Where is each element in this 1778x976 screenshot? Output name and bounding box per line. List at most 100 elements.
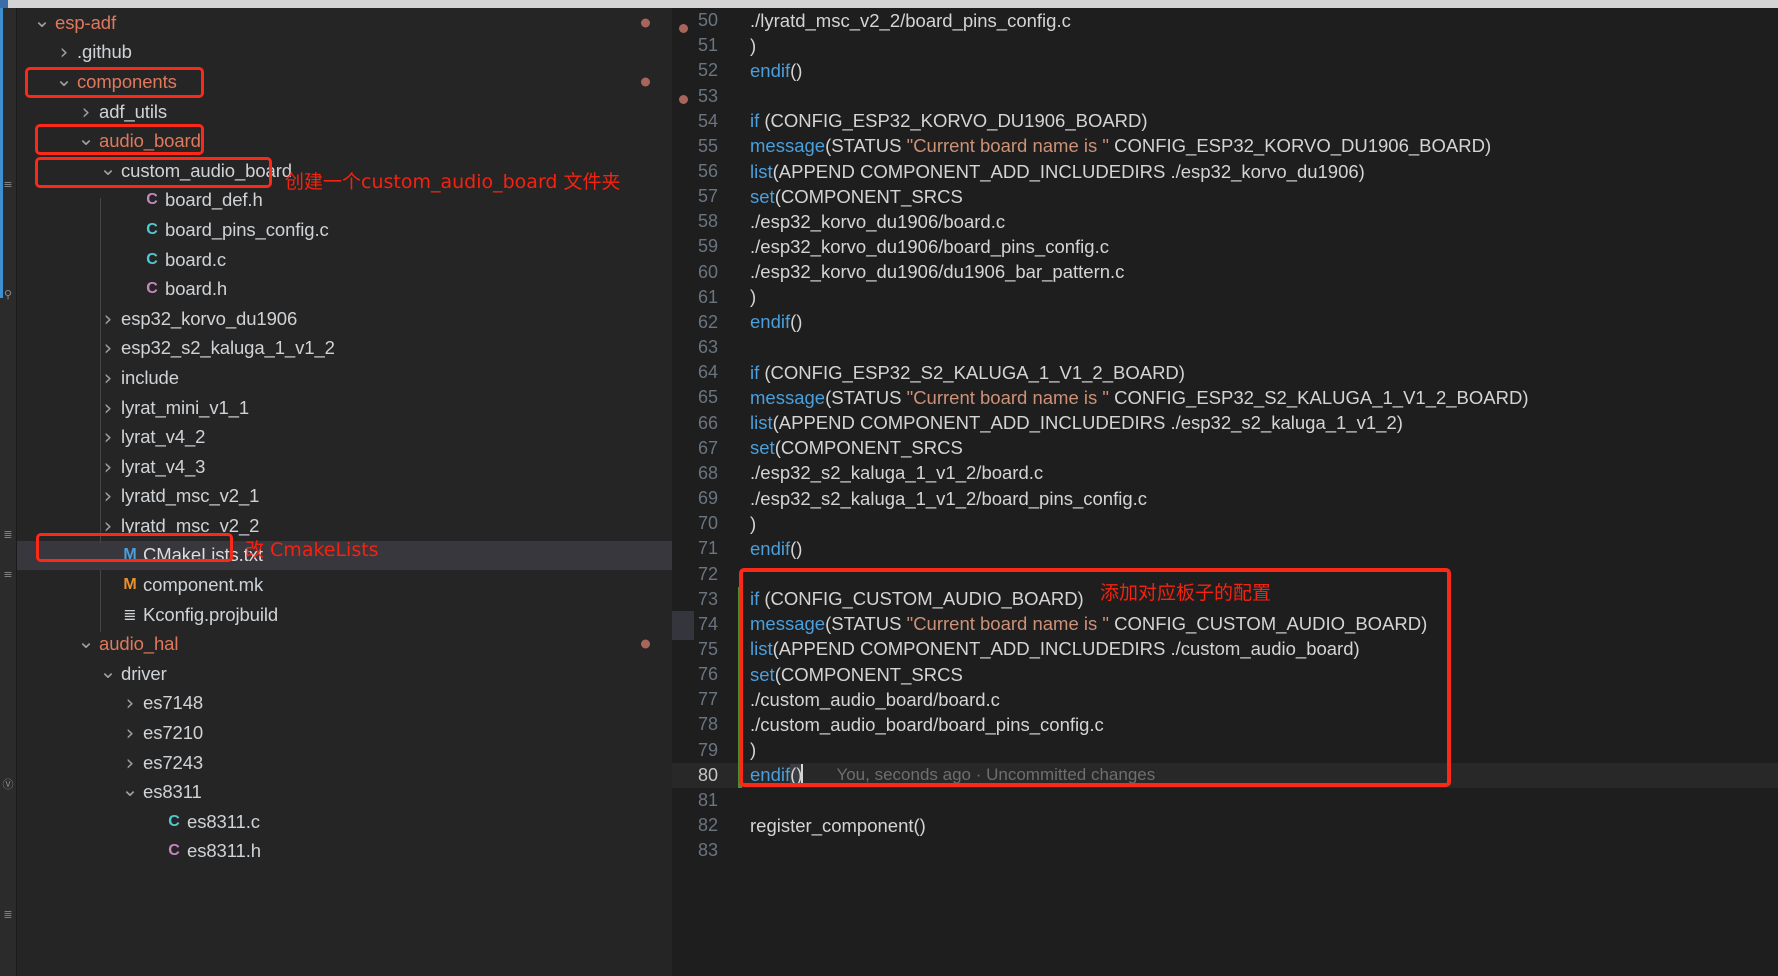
code-editor[interactable]: 50 ./lyratd_msc_v2_2/board_pins_config.c 5…	[672, 8, 1778, 976]
rail-icon-4[interactable]: Ⓥ	[1, 778, 15, 792]
code-line[interactable]: 80 endif() You, seconds ago · Uncommitted …	[672, 762, 1778, 788]
code-line[interactable]: 75 list(APPEND COMPONENT_ADD_INCLUDEDIRS …	[672, 636, 1778, 663]
tree-item-esp32-s2-kaluga[interactable]: › esp32_s2_kaluga_1_v1_2	[17, 334, 672, 364]
rail-icon-1[interactable]: ⚲	[1, 288, 15, 302]
chevron-down-icon[interactable]: ⌄	[53, 69, 75, 90]
tree-item-lyrat-v4-2[interactable]: › lyrat_v4_2	[17, 422, 672, 452]
tree-item-include[interactable]: › include	[17, 363, 672, 393]
rail-icon-5[interactable]: ≣	[1, 908, 15, 922]
code-line[interactable]: 79)	[672, 737, 1778, 763]
code-line[interactable]: 74 message(STATUS "Current board name is …	[672, 611, 1778, 637]
code-line[interactable]: 68 ./esp32_s2_kaluga_1_v1_2/board.c	[672, 461, 1778, 486]
code-token-plain: (APPEND COMPONENT_ADD_INCLUDEDIRS ./esp3…	[772, 160, 1365, 182]
code-token-plain: CONFIG_CUSTOM_AUDIO_BOARD)	[1108, 613, 1428, 635]
tree-item-label: audio_board	[99, 130, 201, 152]
line-number: 63	[697, 337, 718, 358]
code-line[interactable]: 77 ./custom_audio_board/board.c	[672, 687, 1778, 713]
tree-item-kconfig-projbuild[interactable]: ≣ Kconfig.projbuild	[17, 600, 672, 630]
code-line[interactable]: 64 if (CONFIG_ESP32_S2_KALUGA_1_V1_2_BOAR…	[672, 360, 1778, 385]
tree-item-esp32-korvo-du1906[interactable]: › esp32_korvo_du1906	[17, 304, 672, 334]
rail-icon-2[interactable]: ≣	[1, 528, 15, 542]
rail-icon-0[interactable]: ≡	[1, 178, 15, 192]
line-number: 75	[697, 638, 718, 659]
chevron-down-icon[interactable]: ⌄	[97, 158, 119, 179]
tree-item-es7243[interactable]: › es7243	[17, 748, 672, 778]
rail-icon-3[interactable]: ≡	[1, 568, 15, 582]
code-line[interactable]: 70)	[672, 511, 1778, 536]
tree-item-adf-utils[interactable]: › adf_utils	[17, 97, 672, 127]
tree-item-components[interactable]: ⌄ components	[17, 67, 672, 97]
code-token-plain: ./esp32_s2_kaluga_1_v1_2/board.c	[750, 462, 1044, 484]
chevron-right-icon[interactable]: ›	[119, 721, 141, 745]
code-line[interactable]: 69 ./esp32_s2_kaluga_1_v1_2/board_pins_co…	[672, 486, 1778, 511]
config-file-icon: ≣	[123, 605, 137, 625]
tree-item-driver[interactable]: ⌄ driver	[17, 659, 672, 689]
tree-item-es7210[interactable]: › es7210	[17, 718, 672, 748]
code-line[interactable]: 51)	[672, 33, 1778, 58]
code-line[interactable]: 67 set(COMPONENT_SRCS	[672, 436, 1778, 461]
tree-item-lyratd-msc-v2-1[interactable]: › lyratd_msc_v2_1	[17, 482, 672, 512]
code-line[interactable]: 76 set(COMPONENT_SRCS	[672, 662, 1778, 688]
code-line[interactable]: 81	[672, 788, 1778, 813]
code-line[interactable]: 50 ./lyratd_msc_v2_2/board_pins_config.c	[672, 8, 1778, 33]
tree-item-es8311[interactable]: ⌄ es8311	[17, 777, 672, 807]
chevron-down-icon[interactable]: ⌄	[97, 661, 119, 682]
modified-indicator-dot	[641, 639, 650, 649]
chevron-down-icon[interactable]: ⌄	[75, 128, 97, 149]
tree-item-component-mk[interactable]: Mcomponent.mk	[17, 570, 672, 600]
chevron-down-icon[interactable]: ⌄	[31, 10, 53, 31]
code-line[interactable]: 66 list(APPEND COMPONENT_ADD_INCLUDEDIRS …	[672, 411, 1778, 436]
code-line[interactable]: 63	[672, 335, 1778, 360]
code-line[interactable]: 82 register_component()	[672, 813, 1778, 838]
tree-item-es7148[interactable]: › es7148	[17, 689, 672, 719]
line-number: 69	[697, 488, 718, 509]
code-line[interactable]: 60 ./esp32_korvo_du1906/du1906_bar_patter…	[672, 260, 1778, 285]
code-line[interactable]: 54 if (CONFIG_ESP32_KORVO_DU1906_BOARD)	[672, 109, 1778, 134]
tree-item-es8311-h[interactable]: Ces8311.h	[17, 837, 672, 867]
tree-item-board-c[interactable]: Cboard.c	[17, 245, 672, 275]
code-token-plain: CONFIG_ESP32_S2_KALUGA_1_V1_2_BOARD)	[1108, 386, 1529, 408]
code-token-plain: (APPEND COMPONENT_ADD_INCLUDEDIRS ./esp3…	[772, 412, 1403, 434]
chevron-right-icon[interactable]: ›	[75, 100, 97, 124]
chevron-right-icon[interactable]: ›	[53, 40, 75, 64]
code-line[interactable]: 62 endif()	[672, 310, 1778, 335]
chevron-right-icon[interactable]: ›	[119, 691, 141, 715]
tree-item-lyrat-mini-v1-1[interactable]: › lyrat_mini_v1_1	[17, 393, 672, 423]
code-text: )	[730, 35, 756, 57]
tree-item-board-pins-config-c[interactable]: Cboard_pins_config.c	[17, 215, 672, 245]
code-lines[interactable]: 50 ./lyratd_msc_v2_2/board_pins_config.c 5…	[672, 8, 1778, 863]
chevron-down-icon[interactable]: ⌄	[75, 631, 97, 652]
code-line[interactable]: 59 ./esp32_korvo_du1906/board_pins_config…	[672, 234, 1778, 259]
chevron-right-icon[interactable]: ›	[119, 751, 141, 775]
code-line[interactable]: 65 message(STATUS "Current board name is …	[672, 385, 1778, 410]
code-line[interactable]: 78 ./custom_audio_board/board_pins_config…	[672, 712, 1778, 738]
git-added-gutter-marker	[738, 762, 742, 788]
line-number: 52	[697, 60, 718, 81]
code-line[interactable]: 53	[672, 83, 1778, 108]
activity-rail[interactable]: ≡ ⚲ ≣ ≡ Ⓥ ≣	[0, 8, 17, 976]
code-line[interactable]: 83	[672, 838, 1778, 863]
code-text: message(STATUS "Current board name is " …	[730, 387, 1529, 409]
tree-item-audio-hal[interactable]: ⌄ audio_hal	[17, 629, 672, 659]
code-text: )	[730, 513, 756, 535]
tree-item-label: es7148	[143, 692, 204, 714]
chevron-down-icon[interactable]: ⌄	[119, 779, 141, 800]
code-line[interactable]: 57 set(COMPONENT_SRCS	[672, 184, 1778, 209]
tree-item-lyrat-v4-3[interactable]: › lyrat_v4_3	[17, 452, 672, 482]
code-line[interactable]: 71 endif()	[672, 536, 1778, 561]
code-line[interactable]: 55 message(STATUS "Current board name is …	[672, 134, 1778, 159]
tree-item-es8311-c[interactable]: Ces8311.c	[17, 807, 672, 837]
code-line[interactable]: 56 list(APPEND COMPONENT_ADD_INCLUDEDIRS …	[672, 159, 1778, 184]
tree-item-board-h[interactable]: Cboard.h	[17, 274, 672, 304]
tree-indent-guide	[100, 570, 101, 632]
tree-item-esp-adf[interactable]: ⌄ esp-adf	[17, 8, 672, 38]
code-line[interactable]: 61)	[672, 285, 1778, 310]
code-line[interactable]: 58 ./esp32_korvo_du1906/board.c	[672, 209, 1778, 234]
tree-item-label: es8311.c	[187, 810, 260, 832]
line-number: 79	[697, 739, 718, 760]
explorer-tree[interactable]: ⌄ esp-adf › .github ⌄ components › adf_utils ⌄ au…	[17, 8, 672, 976]
code-line[interactable]: 52 endif()	[672, 58, 1778, 83]
code-token-plain: ./esp32_korvo_du1906/board.c	[750, 210, 1006, 232]
tree-item-github[interactable]: › .github	[17, 38, 672, 68]
tree-item-audio-board[interactable]: ⌄ audio_board	[17, 126, 672, 156]
